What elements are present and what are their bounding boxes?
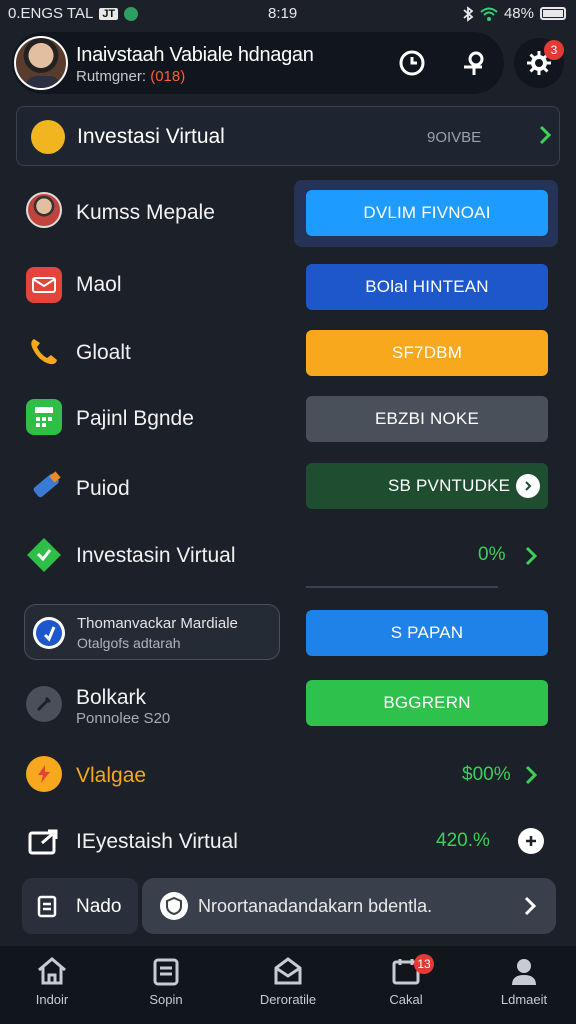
nav-label: Indoir [35, 992, 69, 1007]
nav-item-cakal[interactable]: Cakal 13 [356, 954, 456, 1007]
subtitle-prefix: Rutmgner: [76, 68, 147, 85]
avatar[interactable] [14, 36, 68, 90]
action-button[interactable]: S PAPAN [306, 610, 548, 656]
list-item: Maol BOlal HINTEAN [0, 262, 576, 312]
action-button[interactable]: SB PVNTUDKE [306, 463, 548, 509]
shield-icon [160, 892, 188, 920]
status-bar: 0.ENGS TAL JT 8:19 48% [0, 0, 576, 28]
search-row: Nado Nroortanadandakarn bdentla. [22, 878, 556, 934]
row-label: Puiod [76, 477, 130, 500]
action-button[interactable]: BOlal HINTEAN [306, 264, 548, 310]
battery-stick-icon [26, 468, 62, 504]
check-icon [33, 617, 65, 649]
user-icon [512, 959, 536, 985]
card-title: Investasi Virtual [77, 125, 225, 148]
bottom-nav: Indoir Sopin Deroratile Cakal 13 Ldmaeit [0, 946, 576, 1024]
list-item: Thomanvackar Mardiale Otalgofs adtarah S… [0, 604, 576, 660]
clock-button[interactable] [392, 43, 432, 83]
plus-icon[interactable] [518, 828, 544, 854]
nado-label: Nado [76, 896, 122, 917]
nav-label: Deroratile [259, 992, 317, 1007]
chevron-right-icon [525, 765, 538, 785]
clipboard-icon [37, 895, 57, 918]
diamond-check-icon [26, 537, 62, 573]
clock-icon [399, 50, 425, 76]
nav-item-home[interactable]: Indoir [2, 956, 102, 1007]
investasi-card[interactable]: Investasi Virtual 9OIVBE [16, 106, 560, 166]
info-title: Thomanvackar Mardiale [77, 615, 238, 632]
row-label: Investasin Virtual [76, 544, 236, 567]
list-item: Pajinl Bgnde EBZBI NOKE [0, 394, 576, 444]
nav-label: Cakal [389, 992, 423, 1007]
row-value: 420.% [436, 830, 490, 851]
profile-subtitle: Rutmgner: (018) [76, 68, 185, 85]
row-label: Pajinl Bgnde [76, 407, 194, 430]
row-value: $00% [462, 764, 511, 785]
clock: 8:19 [268, 5, 298, 22]
row-label: Maol [76, 273, 122, 296]
pin-icon [464, 51, 484, 75]
nav-label: Ldmaeit [500, 992, 548, 1007]
primary-action-button[interactable]: DVLIM FIVNOAI [306, 190, 548, 236]
list-item: Gloalt SF7DBM [0, 328, 576, 378]
row-value: 0% [478, 544, 506, 565]
tool-icon [26, 686, 62, 722]
nav-badge: 13 [414, 954, 434, 974]
subtitle-highlight: (018) [150, 68, 186, 85]
profile-header[interactable]: Inaivstaah Vabiale hdnagan Rutmgner: (01… [12, 32, 504, 94]
carrier-text: 0.ENGS TAL [8, 5, 94, 22]
card-value: 9OIVBE [427, 129, 482, 146]
settings-button[interactable]: 3 [514, 38, 564, 88]
list-item[interactable]: Vlalgae $00% [0, 752, 576, 798]
list-item: Puiod SB PVNTUDKE [0, 460, 576, 514]
pin-button[interactable] [454, 43, 494, 83]
info-subtitle: Otalgofs adtarah [77, 635, 181, 651]
profile-name: Inaivstaah Vabiale hdnagan [76, 44, 314, 66]
carrier-chip: JT [99, 7, 119, 20]
export-icon [26, 824, 62, 860]
row-label: Bolkark [76, 686, 147, 709]
wifi-icon [480, 7, 498, 21]
phone-icon [26, 333, 62, 369]
list-item[interactable]: Investasin Virtual 0% [0, 530, 576, 580]
bluetooth-icon [463, 5, 474, 22]
settings-badge: 3 [544, 40, 564, 60]
clipboard-icon [153, 958, 179, 986]
search-input[interactable]: Nroortanadandakarn bdentla. [142, 878, 556, 934]
nav-item-sopin[interactable]: Sopin [116, 956, 216, 1007]
calculator-icon [26, 399, 62, 435]
row-label: IEyestaish Virtual [76, 830, 238, 853]
action-button[interactable]: EBZBI NOKE [306, 396, 548, 442]
nav-item-deroratile[interactable]: Deroratile [238, 956, 338, 1007]
button-label: SB PVNTUDKE [388, 476, 511, 495]
info-box[interactable]: Thomanvackar Mardiale Otalgofs adtarah [24, 604, 280, 660]
globe-icon [124, 6, 139, 21]
row-label: Gloalt [76, 341, 131, 364]
row-label: Vlalgae [76, 764, 147, 787]
nado-tab[interactable]: Nado [22, 878, 138, 934]
home-icon [38, 957, 66, 985]
battery-icon [540, 7, 566, 20]
battery-percent: 48% [503, 5, 534, 22]
chevron-right-icon [525, 546, 538, 566]
chevron-right-icon [539, 125, 552, 145]
list-item: Bolkark Ponnolee S20 BGGRERN [0, 676, 576, 732]
chevron-right-icon [516, 474, 540, 498]
row-label: Kumss Mepale [76, 201, 215, 224]
mail-icon [26, 267, 62, 303]
lightning-icon [26, 756, 62, 792]
avatar [26, 192, 62, 228]
divider [306, 586, 498, 588]
envelope-icon [274, 957, 302, 985]
action-button[interactable]: BGGRERN [306, 680, 548, 726]
nav-item-profile[interactable]: Ldmaeit [474, 956, 574, 1007]
nav-label: Sopin [149, 992, 183, 1007]
list-item: Kumss Mepale DVLIM FIVNOAI [0, 180, 576, 247]
list-item[interactable]: IEyestaish Virtual 420.% [0, 820, 576, 866]
chevron-right-icon [524, 896, 537, 916]
search-text: Nroortanadandakarn bdentla. [198, 896, 433, 916]
shield-icon [31, 120, 65, 154]
action-button[interactable]: SF7DBM [306, 330, 548, 376]
row-sublabel: Ponnolee S20 [76, 710, 171, 727]
